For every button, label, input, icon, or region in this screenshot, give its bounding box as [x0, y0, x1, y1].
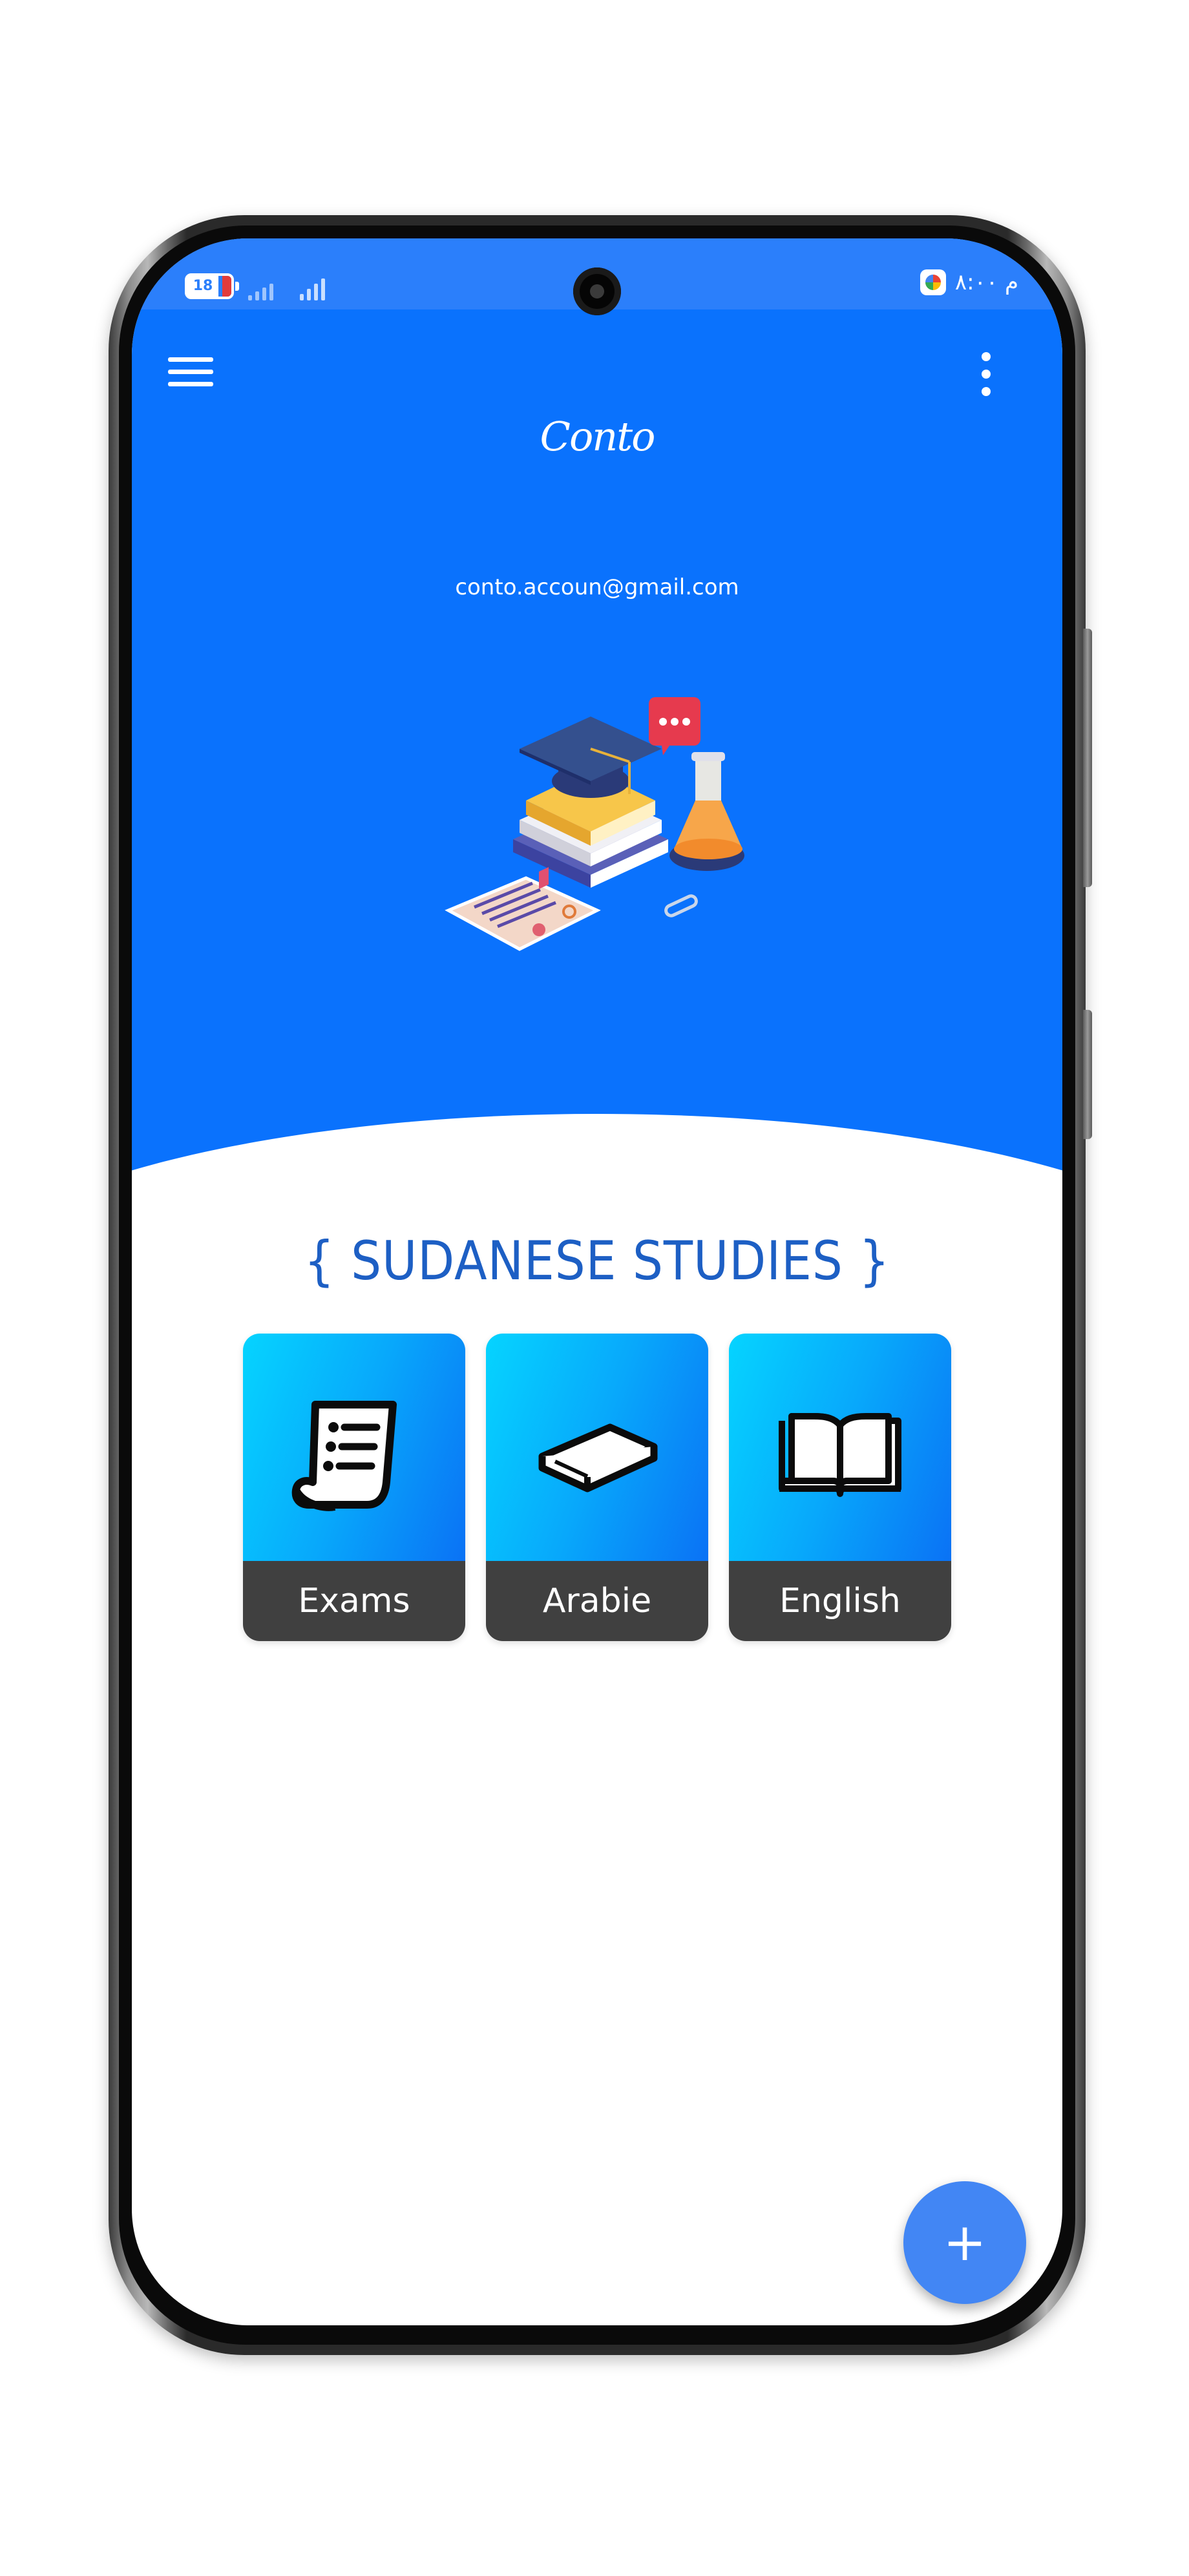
camera-punch-hole	[573, 267, 621, 315]
signal-icon	[300, 275, 325, 300]
education-illustration-icon	[445, 697, 744, 951]
exam-sheet-icon	[291, 1401, 397, 1511]
page: 18 م ٨:٠٠ Conto conto.accoun@gmail.com {…	[0, 0, 1189, 2576]
battery-icon: 18	[185, 273, 239, 299]
status-time: م ٨:٠٠	[954, 269, 1018, 295]
exams-card-label: Exams	[243, 1561, 465, 1641]
more-options-icon[interactable]	[972, 348, 1000, 400]
account-email: conto.accoun@gmail.com	[455, 574, 739, 600]
arabie-card-label: Arabie	[486, 1561, 708, 1641]
phone-frame: 18 م ٨:٠٠ Conto conto.accoun@gmail.com {…	[109, 215, 1092, 2355]
power-button	[1083, 1010, 1092, 1139]
english-card[interactable]: English	[729, 1334, 951, 1641]
signal-icon	[248, 275, 273, 300]
exams-card[interactable]: Exams	[243, 1334, 465, 1641]
subject-cards: Exams Arabie English	[243, 1334, 951, 1641]
status-bar: 18 م ٨:٠٠	[132, 238, 1062, 315]
open-book-icon	[779, 1413, 901, 1497]
book-icon	[538, 1423, 658, 1492]
app-screen: 18 م ٨:٠٠ Conto conto.accoun@gmail.com {…	[132, 238, 1062, 2325]
app-logo: Conto	[540, 413, 656, 460]
battery-level: 18	[187, 276, 218, 297]
section-title: { SUDANESE STUDIES }	[304, 1230, 890, 1293]
notification-app-icon	[920, 269, 946, 295]
volume-button	[1083, 629, 1092, 887]
paperclip-icon	[664, 894, 698, 917]
arabie-card[interactable]: Arabie	[486, 1334, 708, 1641]
flask-icon	[669, 752, 744, 871]
certificate-icon	[445, 876, 601, 951]
graduation-cap-icon	[520, 717, 662, 798]
status-right: م ٨:٠٠	[920, 269, 1018, 295]
hamburger-menu-icon[interactable]	[165, 352, 216, 391]
add-fab-button[interactable]: +	[903, 2181, 1026, 2304]
english-card-label: English	[729, 1561, 951, 1641]
